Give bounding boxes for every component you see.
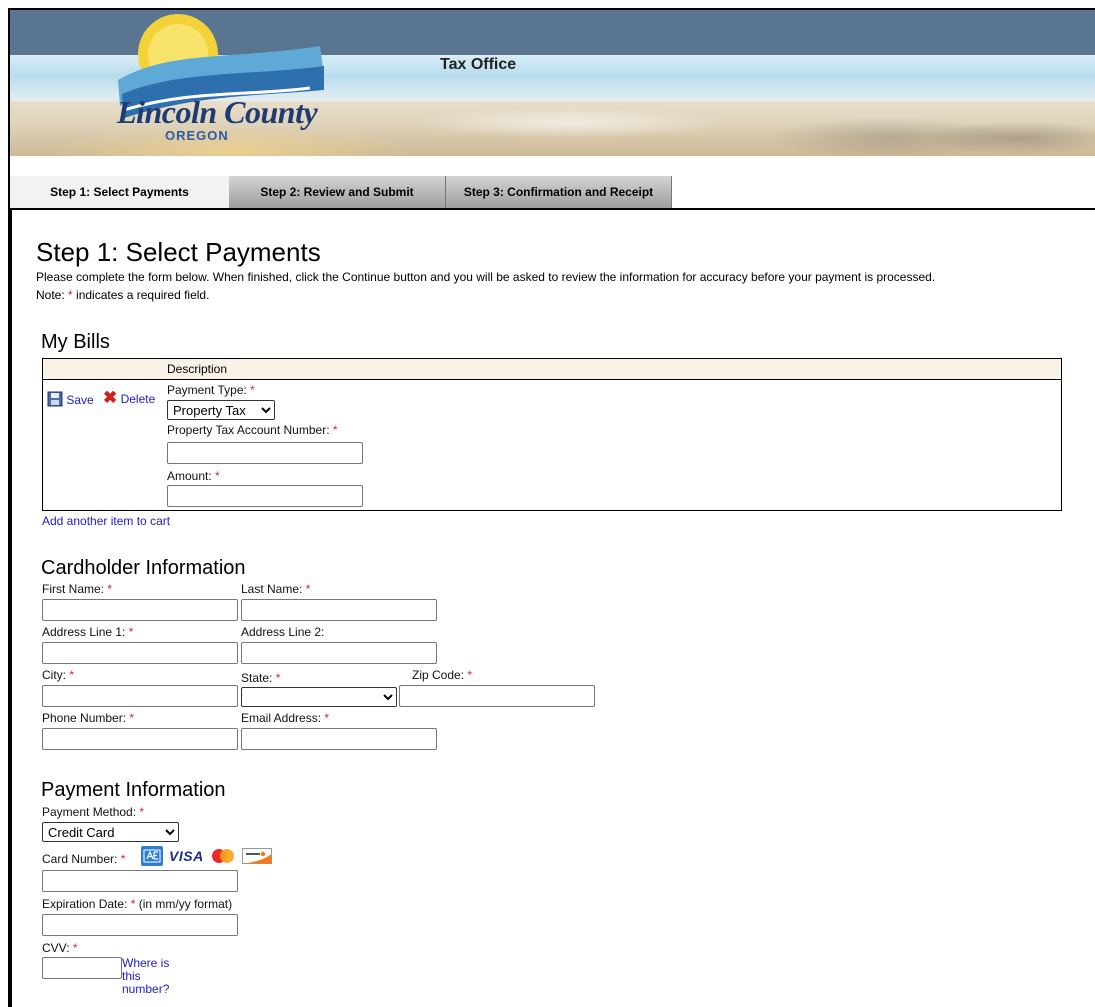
email-label-text: Email Address:: [241, 711, 322, 725]
cvv-help-link[interactable]: Where is this number?: [122, 957, 170, 996]
expiration-hint: (in mm/yy format): [138, 897, 233, 911]
logo-sub-text: OREGON: [165, 128, 229, 143]
address2-label: Address Line 2:: [241, 625, 325, 639]
account-number-label-text: Property Tax Account Number:: [167, 423, 330, 437]
description-column-header: Description: [167, 362, 228, 376]
address1-label-text: Address Line 1:: [42, 625, 126, 639]
cvv-label: CVV: *: [42, 941, 78, 955]
expiration-label-text: Expiration Date:: [42, 897, 128, 911]
save-link[interactable]: Save: [66, 393, 93, 407]
first-name-label: First Name: *: [42, 582, 112, 596]
required-star: *: [72, 941, 78, 955]
card-number-input[interactable]: [42, 870, 238, 892]
payment-type-select[interactable]: Property Tax: [167, 400, 275, 420]
cvv-input[interactable]: [42, 957, 122, 979]
account-number-input[interactable]: [167, 442, 363, 464]
banner-title: Tax Office: [440, 56, 517, 73]
delete-icon: ✖: [103, 388, 118, 407]
account-number-label: Property Tax Account Number: *: [167, 423, 338, 437]
expiration-input[interactable]: [42, 914, 238, 936]
tab-review-submit[interactable]: Step 2: Review and Submit: [229, 176, 446, 209]
expiration-label: Expiration Date: * (in mm/yy format): [42, 897, 232, 911]
last-name-label-text: Last Name:: [241, 582, 303, 596]
required-star: *: [120, 852, 126, 866]
city-label: City: *: [42, 668, 74, 682]
delete-link[interactable]: Delete: [121, 392, 156, 406]
required-star: *: [332, 423, 338, 437]
required-star: *: [69, 668, 75, 682]
add-item-link[interactable]: Add another item to cart: [42, 514, 170, 528]
payment-type-label-text: Payment Type:: [167, 383, 247, 397]
cvv-label-text: CVV:: [42, 941, 70, 955]
state-label-text: State:: [241, 671, 273, 685]
required-star: *: [128, 625, 134, 639]
last-name-label: Last Name: *: [241, 582, 310, 596]
amex-icon: [141, 846, 163, 866]
address1-label: Address Line 1: *: [42, 625, 133, 639]
phone-label: Phone Number: *: [42, 711, 134, 725]
logo-main-text: Lincoln County: [117, 94, 318, 130]
email-label: Email Address: *: [241, 711, 329, 725]
tab-select-payments[interactable]: Step 1: Select Payments: [10, 176, 229, 209]
required-star: *: [129, 711, 135, 725]
my-bills-heading: My Bills: [41, 331, 110, 353]
intro-text: Please complete the form below. When fin…: [36, 270, 1076, 303]
card-number-label: Card Number: *: [42, 852, 125, 866]
email-input[interactable]: [241, 728, 437, 750]
card-logos: VISA: [141, 846, 272, 866]
required-star: *: [107, 582, 113, 596]
amount-label: Amount: *: [167, 469, 220, 483]
amount-label-text: Amount:: [167, 469, 212, 483]
card-number-label-text: Card Number:: [42, 852, 118, 866]
address1-input[interactable]: [42, 642, 238, 664]
save-icon: [47, 391, 63, 407]
page-header: Step 1: Select Payments: [36, 237, 321, 267]
required-star: *: [250, 383, 255, 397]
required-star: *: [324, 711, 330, 725]
state-label: State: *: [241, 671, 280, 685]
discover-icon: [241, 848, 272, 864]
intro-paragraph: Please complete the form below. When fin…: [36, 270, 936, 284]
visa-icon: VISA: [169, 848, 204, 864]
required-star: *: [215, 469, 220, 483]
first-name-label-text: First Name:: [42, 582, 105, 596]
required-star: *: [305, 582, 311, 596]
save-button[interactable]: Save: [47, 391, 94, 407]
delete-button[interactable]: ✖ Delete: [103, 388, 155, 408]
city-input[interactable]: [42, 685, 238, 707]
step-tabs: Step 1: Select Payments Step 2: Review a…: [10, 176, 672, 209]
required-star: *: [467, 668, 473, 682]
bills-table: Description Save ✖ Delete Payment Type: …: [42, 358, 1062, 511]
zip-input[interactable]: [399, 685, 595, 707]
payment-method-label-text: Payment Method:: [42, 805, 137, 819]
tab-confirmation-receipt[interactable]: Step 3: Confirmation and Receipt: [446, 176, 672, 209]
payment-method-label: Payment Method: *: [42, 805, 144, 819]
city-label-text: City:: [42, 668, 66, 682]
payment-type-label: Payment Type: *: [167, 383, 255, 397]
zip-label-text: Zip Code:: [412, 668, 465, 682]
bills-table-header: Description: [43, 359, 1061, 380]
required-star: *: [130, 897, 136, 911]
note-suffix: indicates a required field.: [72, 288, 210, 302]
payment-heading: Payment Information: [41, 779, 226, 801]
last-name-input[interactable]: [241, 599, 437, 621]
amount-input[interactable]: [167, 485, 363, 507]
first-name-input[interactable]: [42, 599, 238, 621]
mastercard-icon: [211, 849, 234, 863]
required-note: Note: * indicates a required field.: [36, 288, 1076, 303]
phone-input[interactable]: [42, 728, 238, 750]
note-prefix: Note:: [36, 288, 69, 302]
zip-label: Zip Code: *: [412, 668, 472, 682]
cardholder-heading: Cardholder Information: [41, 557, 246, 579]
page-title: Step 1: Select Payments: [36, 237, 321, 267]
required-star: *: [275, 671, 281, 685]
phone-label-text: Phone Number:: [42, 711, 127, 725]
state-select[interactable]: [241, 687, 397, 707]
payment-method-select[interactable]: Credit Card: [42, 822, 179, 842]
address2-input[interactable]: [241, 642, 437, 664]
required-star: *: [139, 805, 145, 819]
